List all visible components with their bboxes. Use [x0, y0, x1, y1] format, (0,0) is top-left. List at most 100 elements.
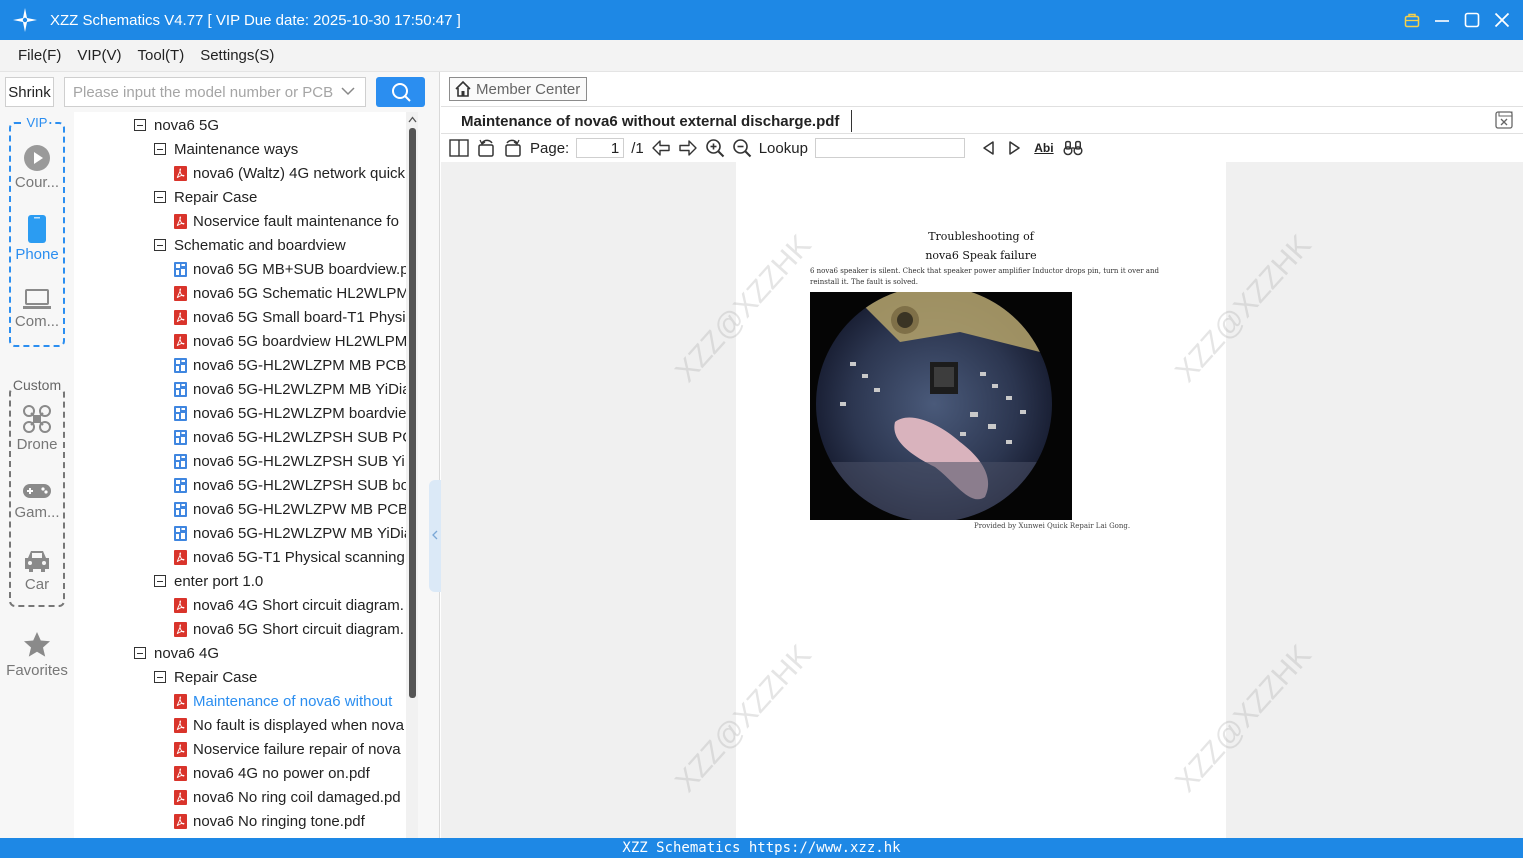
tree-item-label: nova6 5G Small board-T1 Physi [193, 308, 406, 326]
tree-file[interactable]: nova6 5G-T1 Physical scanning [174, 545, 405, 569]
tree-file[interactable]: Maintenance of nova6 without [174, 689, 392, 713]
rotate-right-button[interactable] [503, 138, 523, 158]
rotate-left-button[interactable] [476, 138, 496, 158]
star-icon [24, 632, 50, 657]
find-next-button[interactable] [1005, 138, 1025, 158]
document-pane: Member Center Maintenance of nova6 witho… [441, 72, 1523, 838]
tree-folder[interactable]: nova6 4G [134, 641, 219, 665]
category-phone[interactable]: Phone [0, 214, 74, 263]
collapse-toggle-icon[interactable] [154, 191, 166, 203]
match-case-button[interactable]: Abi [1032, 138, 1056, 158]
shrink-button[interactable]: Shrink [5, 77, 54, 107]
tree-file[interactable]: nova6 5G MB+SUB boardview.p [174, 257, 409, 281]
triangle-left-icon [983, 141, 994, 155]
vip-bag-icon[interactable] [1403, 11, 1421, 29]
boardview-file-icon [174, 525, 187, 541]
find-all-button[interactable] [1063, 138, 1083, 158]
tree-folder[interactable]: Repair Case [154, 185, 257, 209]
search-placeholder: Please input the model number or PCB [73, 83, 334, 101]
tree-folder[interactable]: Schematic and boardview [154, 233, 346, 257]
find-previous-button[interactable] [978, 138, 998, 158]
menu-file[interactable]: File(F) [18, 47, 61, 64]
tree-file[interactable]: No fault is displayed when nova [174, 713, 404, 737]
minimize-button[interactable] [1433, 11, 1451, 29]
tree-item-label: nova6 5G Schematic HL2WLPM [193, 284, 409, 302]
menu-vip[interactable]: VIP(V) [77, 47, 121, 64]
chevron-up-icon[interactable] [408, 116, 417, 123]
search-button[interactable] [376, 77, 425, 107]
collapse-toggle-icon[interactable] [154, 575, 166, 587]
tree-file[interactable]: nova6 5G-HL2WLZPSH SUB boa [174, 473, 417, 497]
previous-page-button[interactable] [651, 138, 671, 158]
pdf-viewer[interactable]: Troubleshooting of nova6 Speak failure 6… [441, 162, 1523, 838]
scrollbar-thumb[interactable] [409, 128, 416, 698]
tree-file[interactable]: nova6 4G Short circuit diagram. [174, 593, 404, 617]
zoom-in-button[interactable] [705, 138, 725, 158]
tree-folder[interactable]: nova6 5G [134, 113, 219, 137]
tree-file[interactable]: nova6 5G boardview HL2WLPM [174, 329, 407, 353]
member-center-button[interactable]: Member Center [449, 77, 588, 101]
tree-file[interactable]: nova6 5G-HL2WLZPSH SUB PCE [174, 425, 418, 449]
lookup-input[interactable] [814, 138, 965, 158]
toggle-sidebar-button[interactable] [449, 138, 469, 158]
collapse-toggle-icon[interactable] [134, 647, 146, 659]
tree-item-label: nova6 5G boardview HL2WLPM [193, 332, 408, 350]
page-number-input[interactable]: 1 [576, 138, 625, 158]
maximize-button[interactable] [1463, 11, 1481, 29]
collapse-panel-button[interactable] [429, 480, 441, 592]
tree-scrollbar[interactable] [406, 112, 418, 838]
tree-folder[interactable]: enter port 1.0 [154, 569, 263, 593]
tree-folder[interactable]: Repair Case [154, 665, 257, 689]
phone-icon [28, 215, 46, 243]
tree-file[interactable]: nova6 5G-HL2WLZPW MB PCB [174, 497, 408, 521]
category-course[interactable]: Cour... [0, 144, 74, 191]
next-page-button[interactable] [678, 138, 698, 158]
tree-file[interactable]: nova6 No ring coil damaged.pd [174, 785, 401, 809]
tree-folder[interactable]: Maintenance ways [154, 137, 298, 161]
tree-file[interactable]: nova6 5G-HL2WLZPM boardvie [174, 401, 406, 425]
tree-file[interactable]: nova6 5G Short circuit diagram. [174, 617, 404, 641]
tree-file[interactable]: nova6 (Waltz) 4G network quick [174, 161, 405, 185]
category-game[interactable]: Gam... [0, 480, 74, 521]
tree-file[interactable]: nova6 5G-HL2WLZPW MB YiDia [174, 521, 412, 545]
pdf-file-icon [174, 813, 187, 829]
tree-item-label: nova6 5G-HL2WLZPW MB PCB [193, 500, 409, 518]
tree-item-label: nova6 5G-HL2WLZPSH SUB YiD [193, 452, 416, 470]
pdf-file-icon [174, 717, 187, 733]
tree-file[interactable]: Noservice fault maintenance fo [174, 209, 399, 233]
home-icon [455, 80, 471, 97]
tree-file[interactable]: Noservice failure repair of nova [174, 737, 401, 761]
search-input[interactable]: Please input the model number or PCB [64, 77, 366, 107]
menu-settings[interactable]: Settings(S) [200, 47, 274, 64]
tree-file[interactable]: nova6 5G-HL2WLZPM MB YiDia [174, 377, 411, 401]
favorites-button[interactable]: Favorites [0, 630, 74, 679]
chevron-down-icon[interactable] [341, 86, 355, 96]
collapse-toggle-icon[interactable] [154, 671, 166, 683]
collapse-toggle-icon[interactable] [154, 143, 166, 155]
collapse-toggle-icon[interactable] [134, 119, 146, 131]
tree-item-label: nova6 5G-T1 Physical scanning [193, 548, 405, 566]
tree-file[interactable]: nova6 5G Small board-T1 Physi [174, 305, 406, 329]
document-tab[interactable]: Maintenance of nova6 without external di… [461, 110, 853, 132]
tree-item-label: nova6 4G Short circuit diagram. [193, 596, 404, 614]
zoom-in-icon [705, 139, 724, 158]
page-total: /1 [631, 139, 644, 157]
tree-item-label: nova6 5G-HL2WLZPM MB PCB [193, 356, 407, 374]
close-tab-icon[interactable] [1495, 111, 1513, 129]
tree-file[interactable]: nova6 5G Schematic HL2WLPM [174, 281, 409, 305]
doc-title-line1: Troubleshooting of [928, 230, 1034, 243]
category-car[interactable]: Car [0, 548, 74, 593]
close-button[interactable] [1493, 11, 1511, 29]
category-label: Cour... [14, 174, 60, 191]
collapse-toggle-icon[interactable] [154, 239, 166, 251]
menu-tool[interactable]: Tool(T) [138, 47, 185, 64]
tree-file[interactable]: nova6 5G-HL2WLZPSH SUB YiD [174, 449, 416, 473]
tree-file[interactable]: nova6 5G-HL2WLZPM MB PCB [174, 353, 406, 377]
category-computer[interactable]: Com... [0, 287, 74, 330]
window-title: XZZ Schematics V4.77 [ VIP Due date: 202… [50, 11, 461, 29]
zoom-out-button[interactable] [732, 138, 752, 158]
laptop-icon [23, 289, 51, 309]
tree-file[interactable]: nova6 No ringing tone.pdf [174, 809, 365, 833]
tree-file[interactable]: nova6 4G no power on.pdf [174, 761, 370, 785]
category-drone[interactable]: Drone [0, 404, 74, 453]
